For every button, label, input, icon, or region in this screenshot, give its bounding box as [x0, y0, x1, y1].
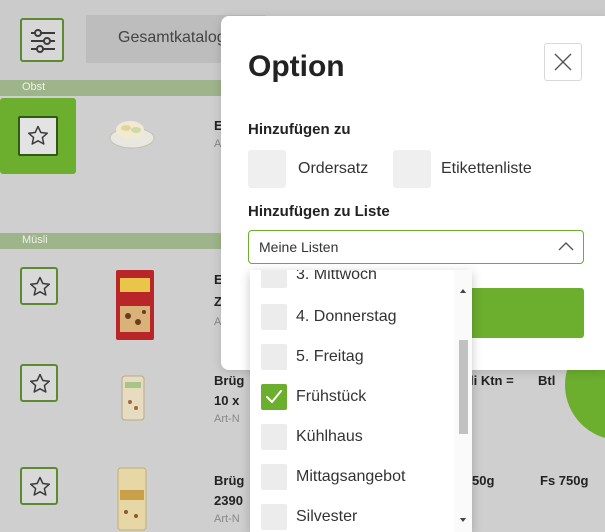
close-icon: [554, 53, 572, 71]
option-label: 3. Mittwoch: [296, 270, 377, 283]
scroll-up-arrow-icon[interactable]: [460, 289, 466, 293]
product-image-muesli-bag: [121, 375, 145, 421]
star-icon: [27, 125, 49, 145]
option-checkbox[interactable]: [261, 504, 287, 530]
product-name-4-line1: Brüg: [214, 473, 245, 488]
dropdown-scrollbar[interactable]: [454, 270, 472, 532]
list-option[interactable]: Silvester: [250, 500, 454, 532]
etikettenliste-checkbox[interactable]: [393, 150, 431, 188]
list-option[interactable]: Mittagsangebot: [250, 460, 454, 498]
star-icon: [29, 276, 51, 296]
list-option[interactable]: Kühlhaus: [250, 420, 454, 458]
list-select[interactable]: Meine Listen: [248, 230, 584, 264]
scroll-down-arrow-icon[interactable]: [460, 518, 466, 522]
product-unit-fragment-3: li Ktn =: [470, 373, 514, 388]
favorite-button-inner[interactable]: [18, 116, 58, 156]
option-label: Mittagsangebot: [296, 468, 406, 485]
option-label: Frühstück: [296, 388, 367, 405]
favorite-button-3[interactable]: [20, 364, 58, 402]
list-option[interactable]: 3. Mittwoch: [250, 270, 454, 296]
product-name-3-line2: 10 x: [214, 393, 240, 408]
check-icon: [266, 390, 282, 403]
option-label: 5. Freitag: [296, 348, 364, 365]
star-icon: [29, 373, 51, 393]
product-art-3: Art-N: [214, 413, 240, 425]
product-image-salad: [109, 121, 155, 149]
list-option[interactable]: 5. Freitag: [250, 340, 454, 378]
list-dropdown: 3. Mittwoch 4. Donnerstag 5. Freitag Frü…: [250, 270, 472, 532]
option-checkbox[interactable]: [261, 270, 287, 288]
filter-icon: [31, 29, 55, 53]
product-name-3-line1: Brüg: [214, 373, 245, 388]
add-to-list-label: Hinzufügen zu Liste: [248, 203, 390, 220]
confirm-button[interactable]: [464, 288, 584, 338]
product-image-muesli-box: [116, 270, 154, 340]
option-checkbox[interactable]: [261, 344, 287, 370]
modal-title: Option: [248, 50, 345, 83]
option-checkbox-checked[interactable]: [261, 384, 287, 410]
product-unit-fragment-4: 50g: [472, 473, 495, 488]
option-checkbox[interactable]: [261, 464, 287, 490]
product-unit-label-3: Btl: [538, 373, 556, 388]
list-select-value: Meine Listen: [259, 239, 339, 255]
option-checkbox[interactable]: [261, 304, 287, 330]
favorite-button-highlight[interactable]: [0, 98, 76, 174]
option-label: Silvester: [296, 508, 358, 525]
option-label: Kühlhaus: [296, 428, 363, 445]
ordersatz-label: Ordersatz: [298, 160, 369, 177]
close-button[interactable]: [544, 43, 582, 81]
star-icon: [29, 476, 51, 496]
filter-button[interactable]: [20, 18, 64, 62]
ordersatz-checkbox[interactable]: [248, 150, 286, 188]
favorite-button-2[interactable]: [20, 267, 58, 305]
product-art-4: Art-N: [214, 513, 240, 525]
etikettenliste-label: Etikettenliste: [441, 160, 532, 177]
list-option[interactable]: Frühstück: [250, 380, 454, 418]
option-label: 4. Donnerstag: [296, 308, 397, 325]
product-unit-label-4: Fs 750g: [540, 473, 589, 488]
add-to-label: Hinzufügen zu: [248, 121, 351, 138]
scroll-thumb[interactable]: [459, 340, 468, 434]
option-checkbox[interactable]: [261, 424, 287, 450]
favorite-button-4[interactable]: [20, 467, 58, 505]
product-name-4-line2: 2390: [214, 493, 243, 508]
product-image-knusper: [117, 467, 147, 531]
chevron-up-icon: [558, 242, 574, 251]
list-option[interactable]: 4. Donnerstag: [250, 300, 454, 338]
